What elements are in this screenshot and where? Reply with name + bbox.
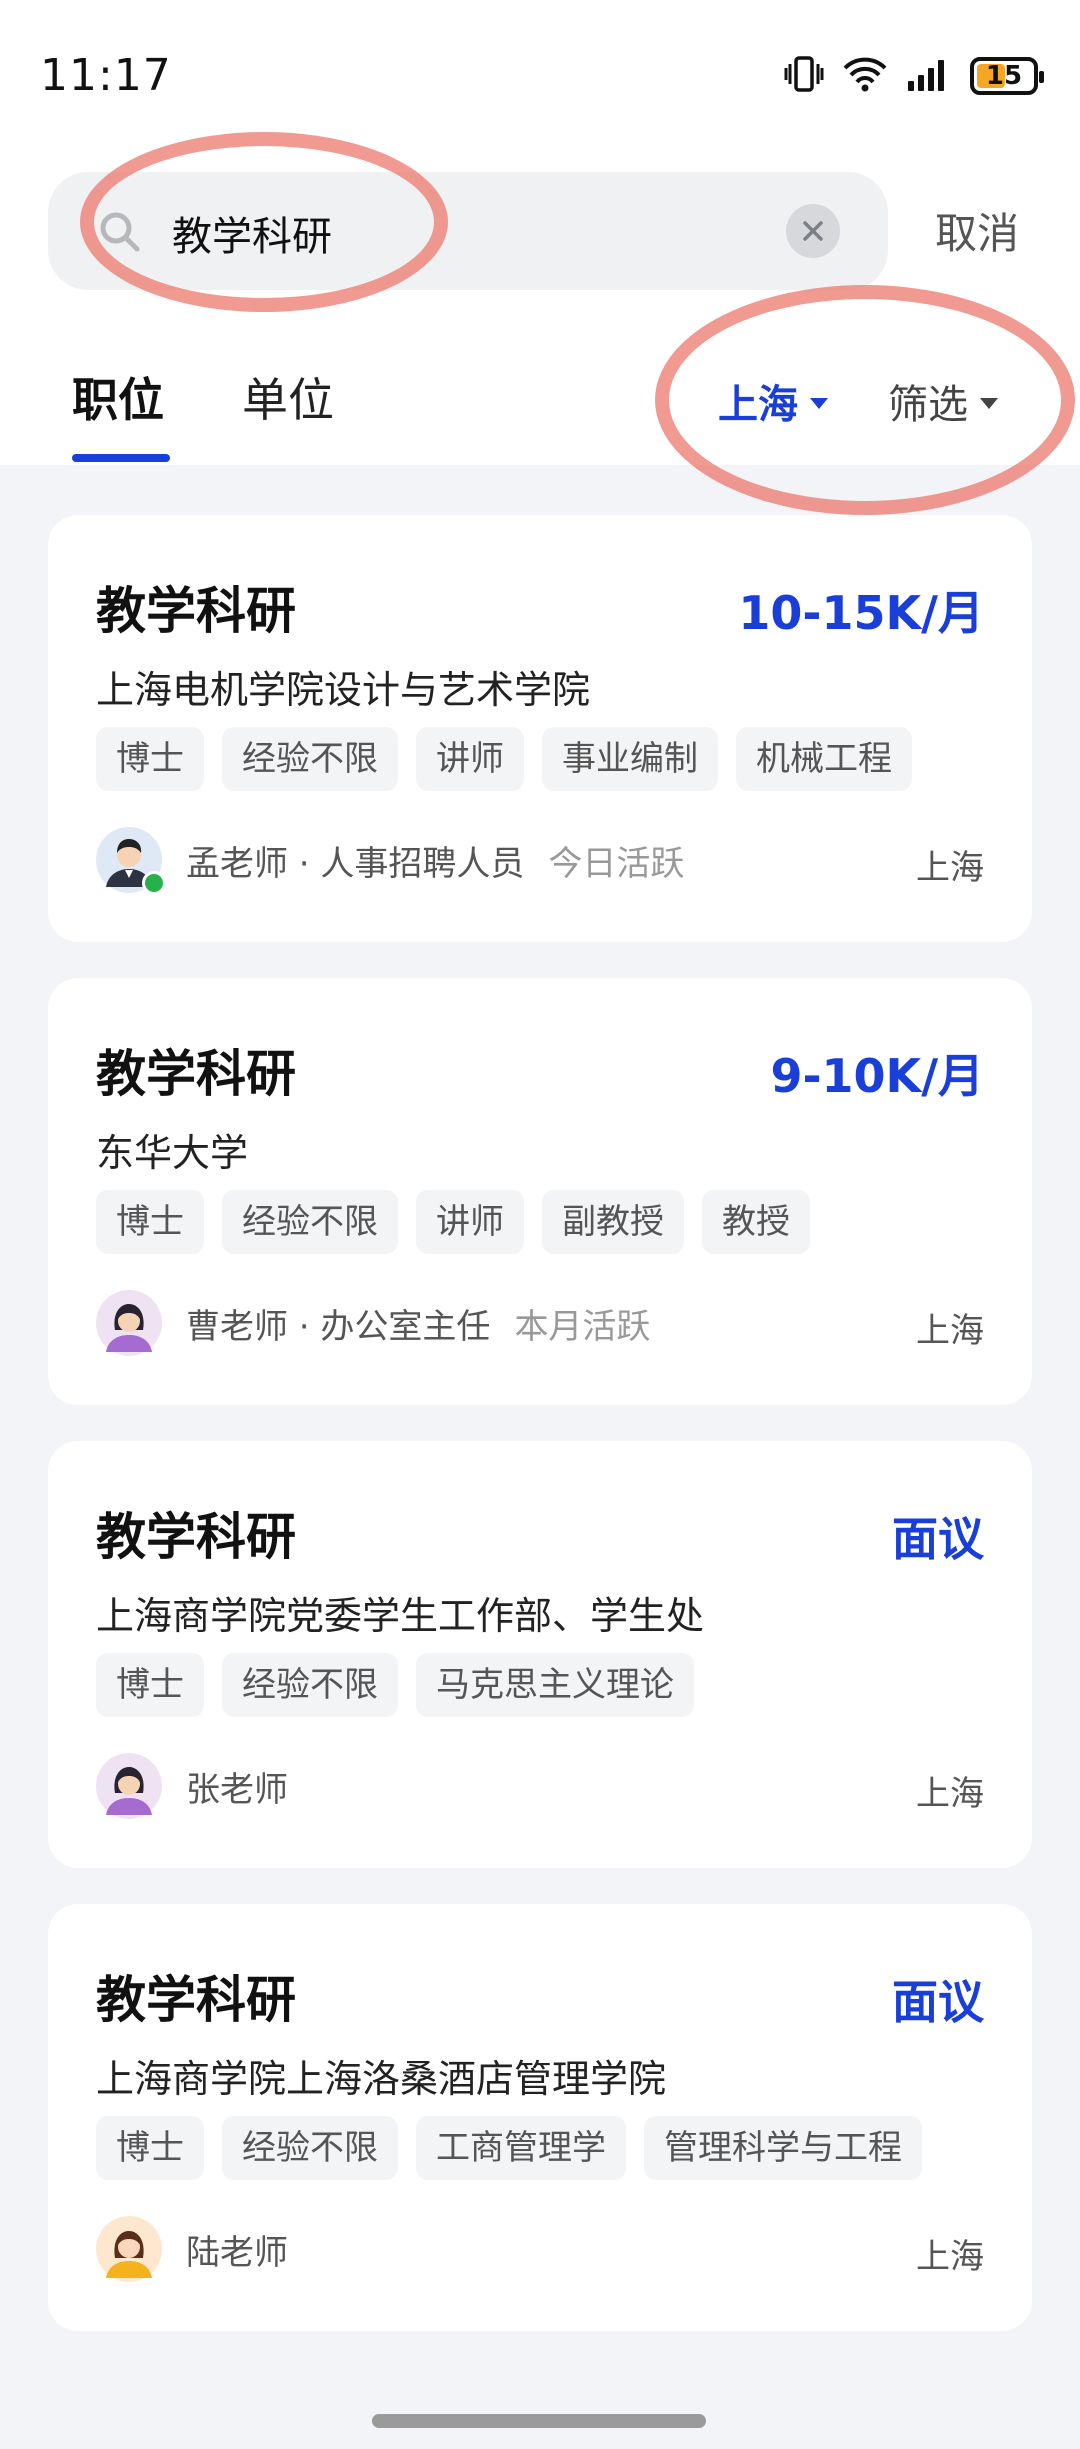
status-bar: 11:17 15: [0, 0, 1080, 150]
job-tag: 经验不限: [222, 1190, 398, 1254]
job-title: 教学科研: [96, 1045, 296, 1103]
job-tag: 博士: [96, 1653, 204, 1717]
female-avatar-orange: [96, 2216, 162, 2282]
job-tag: 经验不限: [222, 727, 398, 791]
battery-icon: 15: [970, 57, 1044, 95]
job-card[interactable]: 教学科研 10-15K/月 上海电机学院设计与艺术学院 博士 经验不限 讲师 事…: [48, 515, 1032, 942]
job-tag: 讲师: [416, 1190, 524, 1254]
job-tags: 博士 经验不限 工商管理学 管理科学与工程: [96, 2116, 922, 2180]
job-tag: 博士: [96, 2116, 204, 2180]
job-tag: 副教授: [542, 1190, 684, 1254]
job-card[interactable]: 教学科研 9-10K/月 东华大学 博士 经验不限 讲师 副教授 教授 曹老师 …: [48, 978, 1032, 1405]
job-tag: 工商管理学: [416, 2116, 626, 2180]
job-tags: 博士 经验不限 讲师 副教授 教授: [96, 1190, 810, 1254]
activity-status: 本月活跃: [514, 1306, 651, 1347]
job-city: 上海: [916, 1774, 984, 1814]
job-card[interactable]: 教学科研 面议 上海商学院上海洛桑酒店管理学院 博士 经验不限 工商管理学 管理…: [48, 1904, 1032, 2331]
job-company: 东华大学: [96, 1131, 249, 1175]
job-title: 教学科研: [96, 582, 296, 640]
job-tag: 讲师: [416, 727, 524, 791]
clear-search-button[interactable]: [786, 204, 840, 258]
job-city: 上海: [916, 1311, 984, 1351]
tab-active-indicator: [72, 454, 170, 462]
male-avatar: [96, 827, 166, 895]
job-tag: 经验不限: [222, 1653, 398, 1717]
job-contact: 曹老师 · 办公室主任 本月活跃: [96, 1290, 650, 1356]
job-tag: 经验不限: [222, 2116, 398, 2180]
job-contact: 陆老师: [96, 2216, 288, 2282]
wifi-icon: [842, 56, 888, 96]
contact-info: 张老师: [186, 1769, 288, 1810]
job-tag: 机械工程: [736, 727, 912, 791]
job-city: 上海: [916, 2237, 984, 2277]
job-salary: 面议: [892, 1512, 984, 1566]
vibrate-icon: [784, 56, 824, 96]
job-tags: 博士 经验不限 讲师 事业编制 机械工程: [96, 727, 912, 791]
annotation-circle-search: [80, 132, 448, 312]
job-salary: 9-10K/月: [770, 1049, 984, 1103]
job-title: 教学科研: [96, 1971, 296, 2029]
status-time: 11:17: [40, 50, 172, 101]
job-salary: 10-15K/月: [738, 586, 984, 640]
job-tag: 博士: [96, 1190, 204, 1254]
job-title: 教学科研: [96, 1508, 296, 1566]
job-tag: 事业编制: [542, 727, 718, 791]
activity-status: 今日活跃: [548, 843, 685, 884]
female-avatar: [96, 1753, 162, 1819]
job-city: 上海: [916, 848, 984, 888]
home-indicator[interactable]: [372, 2414, 706, 2428]
job-company: 上海电机学院设计与艺术学院: [96, 668, 591, 712]
contact-info: 陆老师: [186, 2232, 288, 2273]
battery-level: 15: [985, 61, 1023, 91]
female-avatar: [96, 1290, 162, 1356]
job-company: 上海商学院上海洛桑酒店管理学院: [96, 2057, 667, 2101]
tab-positions[interactable]: 职位: [72, 364, 164, 430]
job-tag: 管理科学与工程: [644, 2116, 922, 2180]
job-card[interactable]: 教学科研 面议 上海商学院党委学生工作部、学生处 博士 经验不限 马克思主义理论…: [48, 1441, 1032, 1868]
cancel-button[interactable]: 取消: [935, 200, 1019, 261]
job-contact: 孟老师 · 人事招聘人员 今日活跃: [96, 827, 685, 895]
job-contact: 张老师: [96, 1753, 288, 1819]
signal-icon: [906, 57, 952, 95]
contact-info: 孟老师 · 人事招聘人员: [186, 843, 525, 884]
job-tags: 博士 经验不限 马克思主义理论: [96, 1653, 694, 1717]
job-tag: 教授: [702, 1190, 810, 1254]
job-company: 上海商学院党委学生工作部、学生处: [96, 1594, 705, 1638]
job-tag: 马克思主义理论: [416, 1653, 694, 1717]
online-indicator: [142, 871, 166, 895]
status-icons: 15: [784, 56, 1044, 96]
job-salary: 面议: [892, 1975, 984, 2029]
contact-info: 曹老师 · 办公室主任: [186, 1306, 491, 1347]
annotation-circle-filters: [655, 285, 1075, 515]
close-icon: [803, 221, 823, 241]
job-tag: 博士: [96, 727, 204, 791]
tab-employers[interactable]: 单位: [242, 364, 334, 430]
